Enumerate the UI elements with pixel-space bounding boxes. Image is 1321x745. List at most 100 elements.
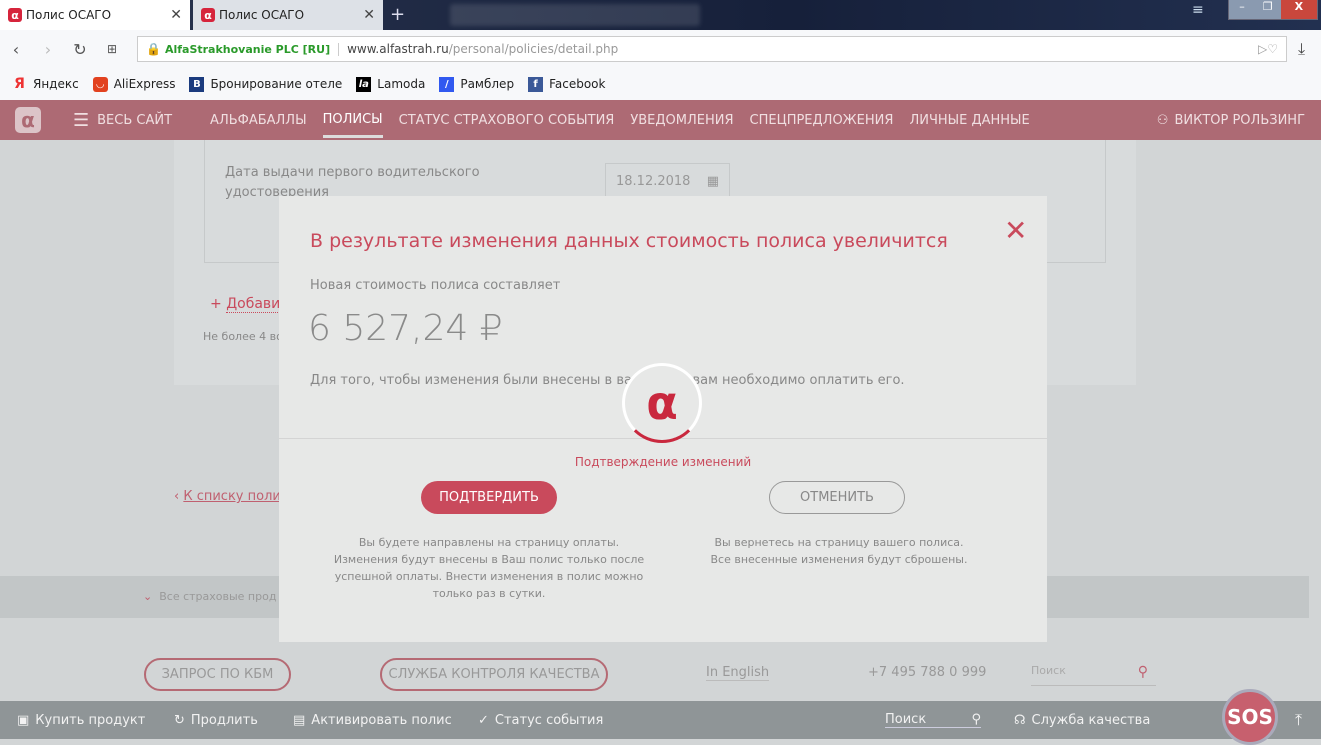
renew-icon: ↻ bbox=[174, 712, 185, 728]
bookmark-lamoda[interactable]: la Lamoda bbox=[356, 76, 426, 92]
hint-line: Вы будете направлены на страницу оплаты. bbox=[358, 536, 620, 549]
url-path: /personal/policies/detail.php bbox=[448, 42, 619, 56]
sos-button[interactable]: SOS bbox=[1222, 689, 1278, 745]
wallet-icon: ▣ bbox=[17, 712, 30, 728]
headset-icon: ☊ bbox=[1014, 712, 1026, 728]
bookmarks-bar: Я Яндекс ◡ AliExpress B Бронирование отеле … bbox=[0, 68, 1321, 100]
nav-item-policies[interactable]: ПОЛИСЫ bbox=[322, 103, 383, 138]
url-domain: www.alfastrah.ru bbox=[347, 42, 449, 56]
booking-icon: B bbox=[189, 76, 205, 92]
bookmark-facebook[interactable]: f Facebook bbox=[528, 76, 606, 92]
bookmark-label: Facebook bbox=[549, 77, 606, 91]
tab-title: Полис ОСАГО bbox=[26, 8, 112, 22]
add-driver-link[interactable]: + Добави bbox=[210, 296, 281, 313]
hamburger-icon[interactable]: ☰ bbox=[73, 110, 89, 131]
close-window-button[interactable]: X bbox=[1280, 0, 1317, 19]
scroll-top-icon[interactable]: ⤒ bbox=[1295, 710, 1302, 730]
search-icon[interactable]: ⚲ bbox=[1138, 664, 1148, 680]
nav-item-notifications[interactable]: УВЕДОМЛЕНИЯ bbox=[630, 113, 733, 128]
document-icon: ▤ bbox=[293, 712, 306, 728]
all-site-link[interactable]: ВЕСЬ САЙТ bbox=[97, 113, 172, 128]
tab-menu-icon[interactable]: ≡ bbox=[1192, 2, 1204, 18]
back-link-label: К списку поли bbox=[183, 489, 281, 504]
license-date-input[interactable]: 18.12.2018 ▦ bbox=[605, 163, 730, 199]
search-placeholder: Поиск bbox=[1031, 664, 1066, 677]
status-label: Статус события bbox=[494, 712, 604, 728]
maximize-button[interactable]: ❐ bbox=[1254, 0, 1281, 19]
calendar-icon[interactable]: ▦ bbox=[707, 174, 719, 189]
activate-policy-button[interactable]: ▤ Активировать полис bbox=[293, 713, 452, 728]
lock-icon: 🔒 bbox=[146, 42, 161, 56]
add-driver-label: Добави bbox=[226, 296, 281, 313]
bookmark-label: Яндекс bbox=[33, 77, 79, 91]
renew-label: Продлить bbox=[190, 712, 258, 728]
close-modal-icon[interactable]: ✕ bbox=[1004, 214, 1027, 247]
kbm-request-button[interactable]: ЗАПРОС ПО КБМ bbox=[144, 658, 291, 691]
speed-dial-icon[interactable]: ⊞ bbox=[96, 42, 128, 56]
facebook-icon: f bbox=[528, 76, 544, 92]
nav-item-personal-data[interactable]: ЛИЧНЫЕ ДАННЫЕ bbox=[909, 113, 1029, 128]
security-label: AlfaStrakhovanie PLC [RU] bbox=[165, 42, 340, 56]
tab-title: Полис ОСАГО bbox=[219, 8, 305, 22]
close-tab-icon[interactable]: ✕ bbox=[363, 7, 375, 23]
bookmark-booking[interactable]: B Бронирование отеле bbox=[189, 76, 342, 92]
send-and-heart-icons[interactable]: ▷♡ bbox=[1258, 42, 1278, 56]
bottom-search-input[interactable]: Поиск ⚲ bbox=[885, 712, 981, 728]
search-icon[interactable]: ⚲ bbox=[971, 712, 981, 727]
minimize-button[interactable]: – bbox=[1229, 0, 1255, 19]
confirm-button[interactable]: ПОДТВЕРДИТЬ bbox=[421, 481, 557, 514]
hint-line: Все внесенные изменения будут сброшены. bbox=[710, 553, 968, 566]
quality-service-button[interactable]: ☊ Служба качества bbox=[1014, 713, 1150, 728]
url-input[interactable]: 🔒 AlfaStrakhovanie PLC [RU] www.alfastra… bbox=[137, 36, 1287, 62]
bookmark-label: Lamoda bbox=[377, 77, 426, 91]
download-icon[interactable]: ⤓ bbox=[1298, 39, 1305, 59]
cancel-hint: Вы вернетесь на страницу вашего полиса. В… bbox=[669, 534, 1009, 568]
nav-item-special-offers[interactable]: СПЕЦПРЕДЛОЖЕНИЯ bbox=[750, 113, 894, 128]
new-price: 6 527,24 ₽ bbox=[308, 308, 503, 349]
license-date-value: 18.12.2018 bbox=[616, 174, 691, 189]
alfa-logo-icon[interactable]: α bbox=[15, 107, 41, 133]
loading-label: Подтверждение изменений bbox=[574, 455, 752, 469]
blurred-tab[interactable] bbox=[450, 4, 700, 26]
reload-icon[interactable]: ↻ bbox=[64, 40, 96, 59]
hint-line: только раз в сутки. bbox=[432, 587, 546, 600]
hint-line: успешной оплаты. Внести изменения в поли… bbox=[334, 570, 644, 583]
browser-tab[interactable]: α Полис ОСАГО ✕ bbox=[193, 0, 383, 30]
chevron-down-icon: ⌄ bbox=[143, 590, 153, 603]
hint-line: Вы вернетесь на страницу вашего полиса. bbox=[714, 536, 964, 549]
bookmark-rambler[interactable]: / Рамблер bbox=[439, 76, 515, 92]
quality-label: Служба качества bbox=[1031, 712, 1151, 728]
back-icon[interactable]: ‹ bbox=[0, 40, 32, 59]
back-to-list-link[interactable]: ‹ К списку поли bbox=[174, 489, 281, 504]
event-status-button[interactable]: ✓ Статус события bbox=[478, 713, 603, 728]
footer-search-input[interactable]: Поиск ⚲ bbox=[1031, 662, 1156, 686]
phone-number: +7 495 788 0 999 bbox=[868, 665, 987, 680]
browser-tab-active[interactable]: α Полис ОСАГО ✕ bbox=[0, 0, 190, 30]
lamoda-icon: la bbox=[356, 76, 372, 92]
bookmark-yandex[interactable]: Я Яндекс bbox=[12, 76, 79, 92]
rambler-icon: / bbox=[439, 76, 455, 92]
buy-product-button[interactable]: ▣ Купить продукт bbox=[17, 713, 145, 728]
aliexpress-icon: ◡ bbox=[92, 76, 108, 92]
bookmark-aliexpress[interactable]: ◡ AliExpress bbox=[92, 76, 176, 92]
nav-item-alfaballs[interactable]: АЛЬФАБАЛЛЫ bbox=[210, 113, 307, 128]
bookmark-label: AliExpress bbox=[113, 77, 176, 91]
confirm-hint: Вы будете направлены на страницу оплаты.… bbox=[319, 534, 659, 602]
window-controls: – ❐ X bbox=[1228, 0, 1318, 20]
renew-button[interactable]: ↻ Продлить bbox=[174, 713, 258, 728]
payment-note: Для того, чтобы изменения были внесены в… bbox=[310, 373, 905, 388]
nav-item-claim-status[interactable]: СТАТУС СТРАХОВОГО СОБЫТИЯ bbox=[399, 113, 615, 128]
all-products-link[interactable]: ⌄ Все страховые прод bbox=[143, 590, 276, 603]
quality-control-button[interactable]: СЛУЖБА КОНТРОЛЯ КАЧЕСТВА bbox=[380, 658, 608, 691]
loading-spinner-alfa-icon: α bbox=[622, 363, 702, 443]
address-bar-row: ‹ › ↻ ⊞ 🔒 AlfaStrakhovanie PLC [RU] www.… bbox=[0, 30, 1321, 68]
user-name[interactable]: ВИКТОР РОЛЬЗИНГ bbox=[1174, 113, 1305, 128]
bookmark-label: Рамблер bbox=[460, 77, 515, 91]
new-tab-button[interactable]: + bbox=[390, 4, 405, 25]
english-link[interactable]: In English bbox=[706, 665, 770, 681]
forward-icon[interactable]: › bbox=[32, 40, 64, 59]
modal-subtitle: Новая стоимость полиса составляет bbox=[310, 278, 561, 293]
cancel-button[interactable]: ОТМЕНИТЬ bbox=[769, 481, 905, 514]
close-tab-icon[interactable]: ✕ bbox=[170, 7, 182, 23]
user-icon: ⚇ bbox=[1156, 112, 1169, 128]
